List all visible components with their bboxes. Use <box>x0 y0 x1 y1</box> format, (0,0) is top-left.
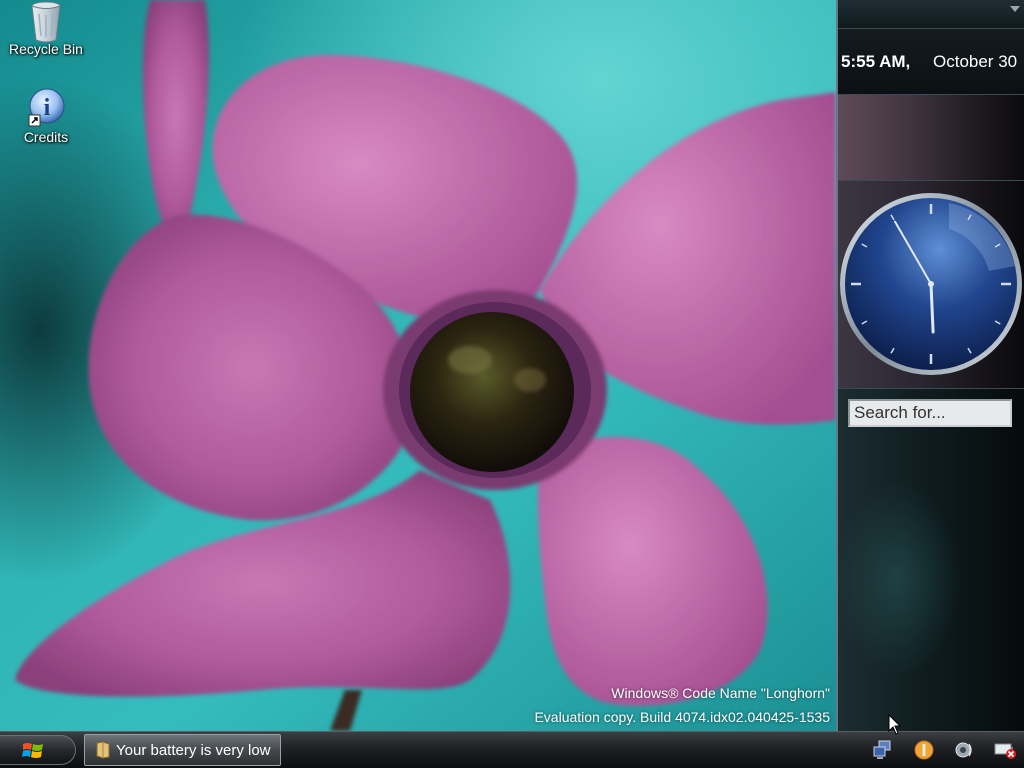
taskbar: Your battery is very low <box>0 731 1024 768</box>
credits-desktop-icon[interactable]: i Credits <box>1 88 91 145</box>
watermark-line-2: Evaluation copy. Build 4074.idx02.040425… <box>534 709 830 725</box>
credits-label: Credits <box>23 129 69 145</box>
info-shortcut-icon: i <box>26 88 66 128</box>
recycle-bin-icon <box>26 0 66 43</box>
start-button[interactable] <box>0 735 76 765</box>
taskbar-button-battery-warning[interactable]: Your battery is very low <box>84 734 281 766</box>
watermark-line-1: Windows® Code Name "Longhorn" <box>611 685 830 701</box>
windows-flag-icon <box>22 743 43 758</box>
evaluation-watermark: Windows® Code Name "Longhorn" Evaluation… <box>534 681 830 729</box>
svg-text:i: i <box>44 95 51 121</box>
flower-wallpaper <box>15 0 836 731</box>
desktop: Recycle Bin i Credits Windows® Code Name… <box>0 0 836 731</box>
mouse-cursor-icon <box>888 714 902 735</box>
sidebar: 5:55 AM, October 30 <box>836 0 1024 731</box>
analog-clock-tile[interactable] <box>838 180 1024 388</box>
recycle-bin-desktop-icon[interactable]: Recycle Bin <box>1 0 91 57</box>
network-icon[interactable] <box>872 740 892 760</box>
analog-clock <box>840 193 1022 375</box>
battery-folder-icon <box>96 741 110 759</box>
sidebar-header <box>838 0 1024 28</box>
search-input[interactable] <box>848 399 1012 427</box>
volume-icon[interactable] <box>954 740 974 760</box>
sidebar-menu-arrow-icon[interactable] <box>1010 6 1020 12</box>
date-text: October 30 <box>933 52 1018 71</box>
time-text: 5:55 AM, <box>841 52 911 71</box>
taskbar-button-label: Your battery is very low <box>116 742 271 759</box>
power-icon[interactable] <box>994 740 1018 760</box>
info-icon[interactable] <box>914 740 934 760</box>
empty-tile <box>838 94 1024 180</box>
search-tile <box>838 388 1024 731</box>
clock-hour-hand <box>929 282 935 334</box>
datetime-tile[interactable]: 5:55 AM, October 30 <box>838 28 1024 94</box>
